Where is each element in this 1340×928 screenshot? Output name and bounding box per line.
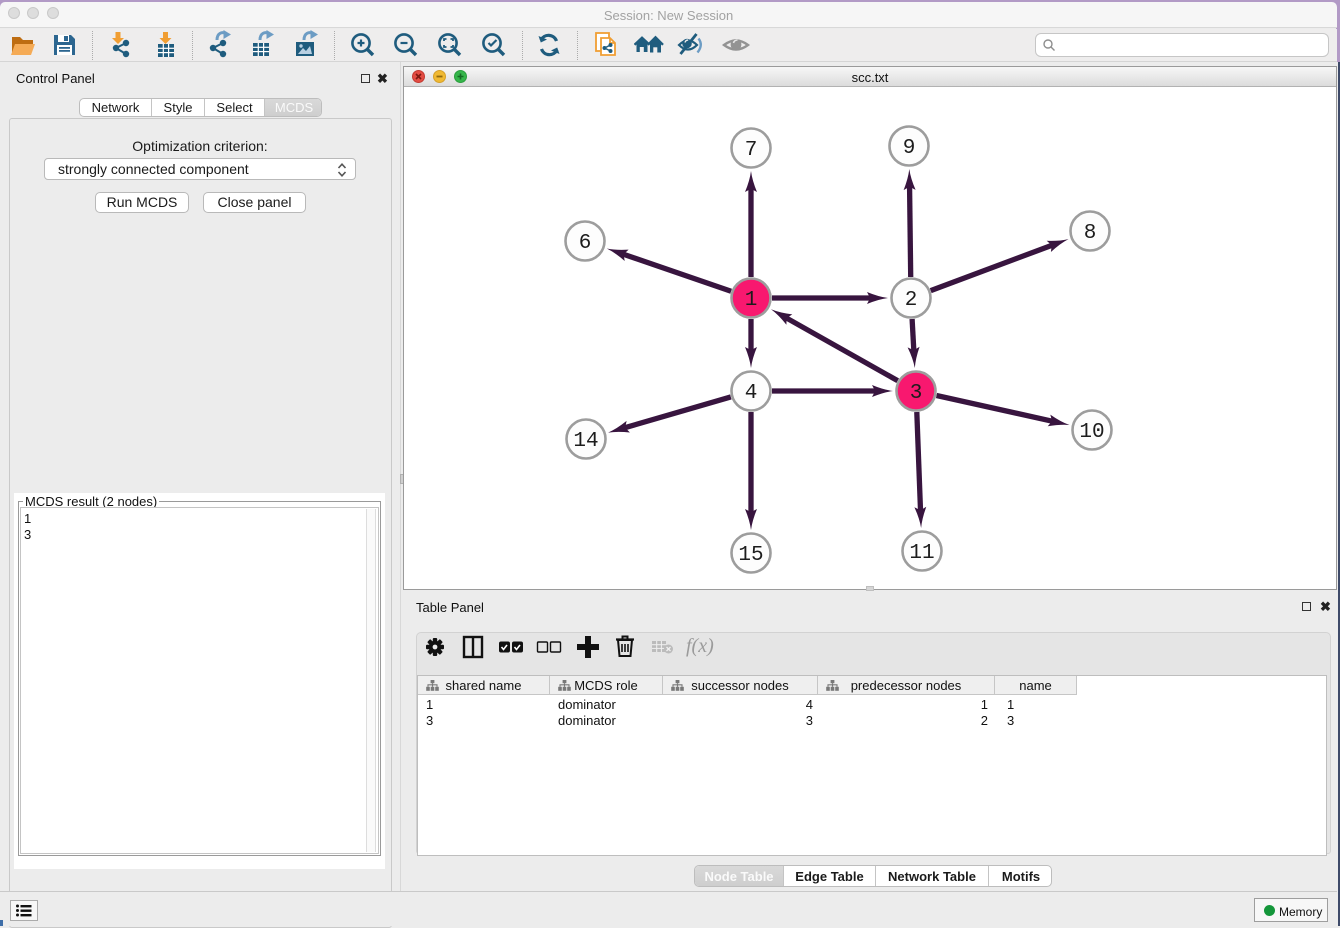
svg-text:8: 8: [1084, 222, 1097, 245]
svg-text:9: 9: [903, 137, 916, 160]
svg-text:2: 2: [905, 289, 918, 312]
svg-text:3: 3: [910, 382, 923, 405]
svg-text:1: 1: [745, 289, 758, 312]
svg-text:15: 15: [738, 544, 763, 567]
svg-text:6: 6: [579, 232, 592, 255]
svg-text:11: 11: [909, 542, 934, 565]
svg-text:4: 4: [745, 382, 758, 405]
svg-text:7: 7: [745, 139, 758, 162]
svg-text:10: 10: [1079, 421, 1104, 444]
svg-text:14: 14: [573, 430, 598, 453]
